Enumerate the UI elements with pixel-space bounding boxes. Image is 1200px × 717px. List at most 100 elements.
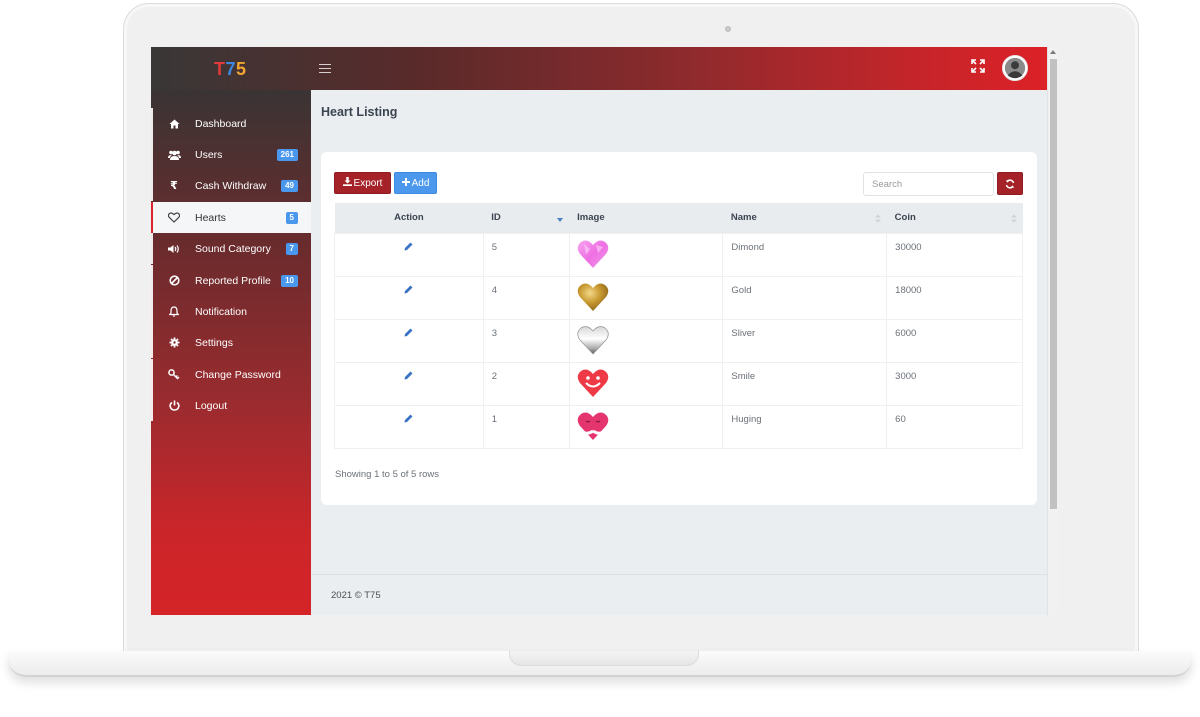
hamburger-icon[interactable] (319, 61, 331, 75)
column-header-image: Image (577, 212, 605, 224)
coin-cell: 60 (886, 405, 1023, 448)
count-badge: 49 (281, 179, 298, 192)
pink-diamond-heart-image (577, 240, 608, 268)
name-cell: Smile (722, 362, 887, 405)
image-cell (568, 319, 723, 362)
sidebar-item-dashboard[interactable]: Dashboard (151, 108, 311, 139)
user-avatar-icon[interactable] (1002, 55, 1028, 81)
id-cell: 3 (482, 319, 570, 362)
column-header-id[interactable]: ID (483, 203, 569, 233)
id-cell: 4 (482, 276, 570, 319)
home-icon (153, 119, 195, 129)
column-header-name[interactable]: Name (723, 203, 887, 233)
sidebar-item-label: Settings (195, 336, 233, 349)
edit-pencil-icon[interactable] (404, 242, 413, 254)
sidebar-item-label: Sound Category (195, 242, 271, 255)
sidebar-item-notification[interactable]: Notification (151, 296, 311, 327)
scroll-up-icon[interactable] (1050, 50, 1056, 54)
smile-heart-image (577, 369, 608, 397)
edit-pencil-icon[interactable] (404, 285, 413, 297)
rupee-icon: ₹ (170, 180, 178, 192)
action-cell (334, 319, 484, 362)
refresh-icon (1005, 179, 1015, 188)
coin-cell: 6000 (886, 319, 1023, 362)
expand-icon[interactable] (970, 58, 986, 74)
coin-cell: 30000 (886, 233, 1023, 276)
sidebar-item-label: Users (195, 148, 223, 161)
sidebar-item-hearts[interactable]: Hearts 5 (151, 202, 311, 233)
name-cell: Sliver (722, 319, 887, 362)
silver-heart-image (576, 325, 609, 355)
footer: 2021 © T75 (311, 574, 1047, 615)
app-logo[interactable]: T75 (214, 59, 247, 80)
action-cell (334, 405, 484, 448)
sidebar-item-label: Logout (195, 399, 228, 412)
add-label: Add (411, 177, 430, 189)
vertical-scrollbar[interactable] (1047, 47, 1058, 615)
sidebar-item-users[interactable]: Users 261 (151, 139, 311, 170)
image-cell (568, 276, 723, 319)
add-button[interactable]: Add (394, 172, 437, 194)
table-row: 2 Smile 3000 (334, 362, 1023, 405)
sort-desc-icon[interactable] (557, 214, 564, 223)
heart-icon (153, 212, 195, 223)
logo-digit-7: 7 (225, 59, 237, 79)
export-label: Export (353, 177, 383, 189)
name-cell: Gold (722, 276, 887, 319)
name-cell: Dimond (722, 233, 887, 276)
camera-dot (725, 26, 731, 32)
edit-pencil-icon[interactable] (404, 371, 413, 383)
sidebar-item-change-password[interactable]: Change Password (151, 359, 311, 390)
column-header-coin[interactable]: Coin (887, 203, 1023, 233)
volume-icon (153, 244, 195, 254)
hugging-heart-image (576, 412, 609, 440)
table-row: 1 Huging 60 (334, 405, 1023, 448)
sidebar-item-label: Reported Profile (195, 274, 271, 287)
sidebar: Dashboard Users 261 ₹ Cash Withdraw 49 H… (151, 90, 311, 615)
action-cell (334, 276, 484, 319)
power-icon (153, 400, 195, 411)
coin-cell: 3000 (886, 362, 1023, 405)
count-badge: 5 (285, 211, 298, 224)
gold-heart-image (577, 283, 608, 311)
sidebar-item-label: Notification (195, 305, 247, 318)
hearts-table: Action ID Image Name Coin 5 Dimond 30000… (334, 203, 1023, 449)
gear-icon (153, 337, 195, 348)
app-screen: T75 Dashboard Users 261 ₹ Cash Withdraw … (151, 47, 1058, 615)
pagination-info: Showing 1 to 5 of 5 rows (335, 469, 440, 480)
refresh-button[interactable] (997, 172, 1023, 195)
export-button[interactable]: Export (334, 172, 391, 194)
id-cell: 1 (482, 405, 570, 448)
id-cell: 2 (482, 362, 570, 405)
sidebar-item-reported-profile[interactable]: Reported Profile 10 (151, 265, 311, 296)
ban-icon (153, 275, 195, 286)
image-cell (568, 233, 723, 276)
bell-icon (153, 306, 195, 317)
laptop-base (8, 651, 1192, 677)
sort-both-icon[interactable] (1010, 214, 1017, 223)
sidebar-item-settings[interactable]: Settings (151, 327, 311, 358)
sidebar-item-logout[interactable]: Logout (151, 390, 311, 421)
table-header-row: Action ID Image Name Coin (334, 203, 1023, 233)
table-row: 4 Gold 18000 (334, 276, 1023, 319)
page-title: Heart Listing (321, 105, 398, 119)
plus-icon (401, 177, 410, 189)
image-cell (568, 362, 723, 405)
action-cell (334, 362, 484, 405)
scroll-thumb[interactable] (1050, 59, 1057, 509)
sidebar-item-label: Cash Withdraw (195, 179, 267, 192)
sidebar-item-cash-withdraw[interactable]: ₹ Cash Withdraw 49 (151, 170, 311, 201)
sidebar-item-sound-category[interactable]: Sound Category 7 (151, 233, 311, 264)
count-badge: 7 (285, 242, 298, 255)
heart-listing-card: Export Add Action ID Image (321, 152, 1037, 505)
sort-both-icon[interactable] (874, 214, 881, 223)
sidebar-item-label: Dashboard (195, 117, 247, 130)
table-row: 5 Dimond 30000 (334, 233, 1023, 276)
edit-pencil-icon[interactable] (404, 414, 413, 426)
logo-digit-5: 5 (236, 59, 247, 79)
action-cell (334, 233, 484, 276)
count-badge: 261 (276, 148, 298, 161)
name-cell: Huging (722, 405, 887, 448)
search-input[interactable] (863, 172, 994, 196)
edit-pencil-icon[interactable] (404, 328, 413, 340)
